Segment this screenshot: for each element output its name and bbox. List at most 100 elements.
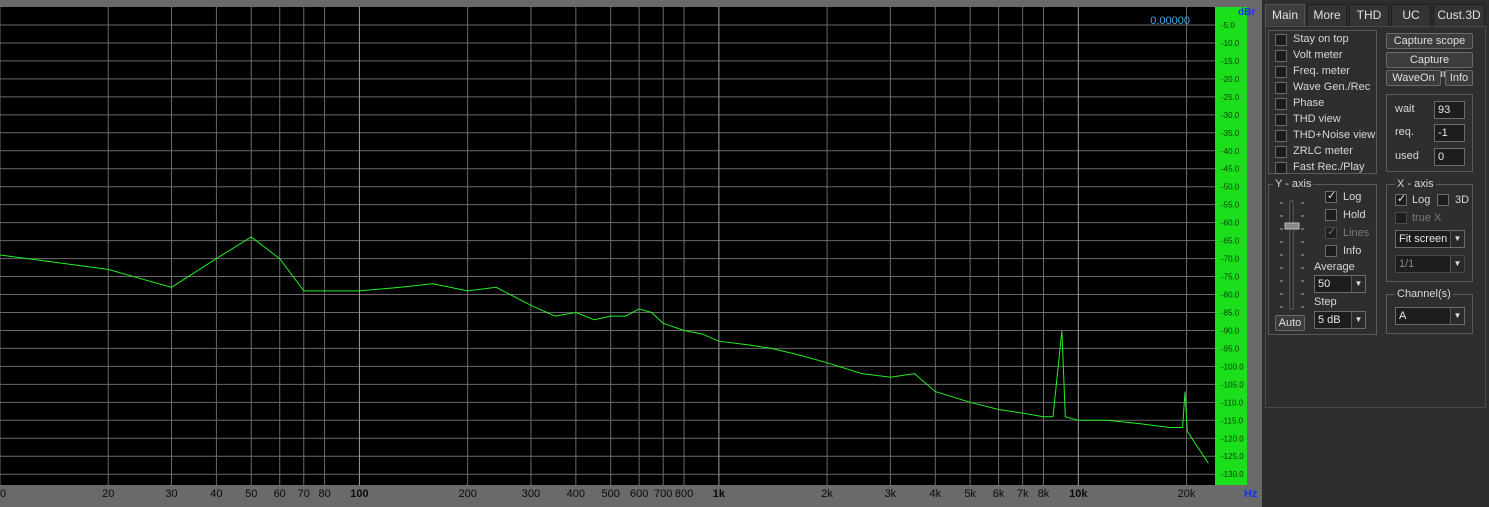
x-tick-label: 80 xyxy=(318,488,330,500)
option-label: THD+Noise view xyxy=(1293,129,1376,141)
chevron-down-icon: ▼ xyxy=(1351,276,1365,292)
x-tick-label: 800 xyxy=(675,488,693,500)
req-input[interactable]: -1 xyxy=(1434,124,1465,142)
chevron-down-icon: ▼ xyxy=(1450,231,1464,247)
y-info-checkbox[interactable] xyxy=(1325,245,1337,257)
x-tick-label: 200 xyxy=(458,488,476,500)
y-tick-label: -45.0 xyxy=(1221,165,1240,174)
x-tick-label: 8k xyxy=(1038,488,1050,500)
option-checkbox[interactable] xyxy=(1275,50,1287,62)
y-tick-label: -95.0 xyxy=(1221,344,1240,353)
x-tick-label: 5k xyxy=(964,488,976,500)
req-label: req. xyxy=(1395,126,1414,138)
option-checkbox[interactable] xyxy=(1275,114,1287,126)
y-tick-label: -30.0 xyxy=(1221,111,1240,120)
3d-label: 3D xyxy=(1455,194,1470,206)
tab-more[interactable]: More xyxy=(1307,4,1347,26)
y-tick-label: -120.0 xyxy=(1221,434,1244,443)
capture-scope-button[interactable]: Capture scope xyxy=(1386,33,1473,49)
timing-group: wait 93 req. -1 used 0 xyxy=(1386,94,1473,172)
step-select[interactable]: 5 dB ▼ xyxy=(1314,311,1366,329)
ratio-value: 1/1 xyxy=(1399,258,1415,270)
channels-title: Channel(s) xyxy=(1395,288,1453,300)
waveon-button[interactable]: WaveOn xyxy=(1386,70,1441,86)
fit-value: Fit screen xyxy=(1399,233,1448,245)
y-tick-label: -75.0 xyxy=(1221,273,1240,282)
tab-thd[interactable]: THD xyxy=(1349,4,1389,26)
x-tick-label: 10k xyxy=(1069,488,1088,500)
y-tick-label: -115.0 xyxy=(1221,416,1244,425)
x-tick-label: 7k xyxy=(1017,488,1029,500)
hold-label: Hold xyxy=(1343,209,1366,221)
option-checkbox[interactable] xyxy=(1275,130,1287,142)
spectrum-chart[interactable]: -5.0 -10.0 -15.0 -20.0 -25.0 -30.0 -35.0 -40.0 -… xyxy=(0,0,1262,507)
x-tick-label: 500 xyxy=(602,488,620,500)
option-label: Freq. meter xyxy=(1293,65,1350,77)
used-label: used xyxy=(1395,150,1419,162)
x-log-label: Log xyxy=(1412,194,1431,206)
x-tick-label: 70 xyxy=(298,488,310,500)
chevron-down-icon: ▼ xyxy=(1351,312,1365,328)
ratio-select[interactable]: 1/1 ▼ xyxy=(1395,255,1465,273)
x-tick-label: 600 xyxy=(630,488,648,500)
option-checkbox[interactable] xyxy=(1275,162,1287,174)
y-tick-label: -90.0 xyxy=(1221,326,1240,335)
option-checkbox[interactable] xyxy=(1275,66,1287,78)
step-label: Step xyxy=(1314,296,1337,308)
x-tick-label: 20 xyxy=(102,488,114,500)
y-tick-label: -65.0 xyxy=(1221,237,1240,246)
y-tick-label: -5.0 xyxy=(1221,21,1235,30)
truex-checkbox[interactable] xyxy=(1395,212,1407,224)
wait-label: wait xyxy=(1395,103,1415,115)
y-axis-group: Y - axis Auto Log Hold Lines Info A xyxy=(1268,178,1377,335)
x-tick-label: 50 xyxy=(245,488,257,500)
step-value: 5 dB xyxy=(1318,314,1341,326)
info-button[interactable]: Info xyxy=(1445,70,1473,86)
average-value: 50 xyxy=(1318,278,1331,290)
used-input[interactable]: 0 xyxy=(1434,148,1465,166)
wait-input[interactable]: 93 xyxy=(1434,101,1465,119)
hold-checkbox[interactable] xyxy=(1325,209,1337,221)
y-tick-label: -20.0 xyxy=(1221,75,1240,84)
control-panel: Main More THD UC Cust.3D Stay on top Volt… xyxy=(1262,0,1489,507)
average-label: Average xyxy=(1314,261,1355,273)
option-checkbox[interactable] xyxy=(1275,82,1287,94)
y-tick-label: -110.0 xyxy=(1221,398,1244,407)
channel-select[interactable]: A ▼ xyxy=(1395,307,1465,325)
spectrum-plot[interactable]: -5.0 -10.0 -15.0 -20.0 -25.0 -30.0 -35.0 -40.0 -… xyxy=(0,0,1262,507)
tab-bar: Main More THD UC Cust.3D xyxy=(1265,4,1486,26)
average-select[interactable]: 50 ▼ xyxy=(1314,275,1366,293)
option-label: Volt meter xyxy=(1293,49,1343,61)
x-log-checkbox[interactable] xyxy=(1395,192,1407,206)
auto-button[interactable]: Auto xyxy=(1275,315,1305,331)
option-checkbox[interactable] xyxy=(1275,98,1287,110)
capture-spectrum-button[interactable]: Capture spectrum xyxy=(1386,52,1473,80)
y-info-label: Info xyxy=(1343,245,1362,257)
chevron-down-icon: ▼ xyxy=(1450,256,1464,272)
readout-value: 0.00000 xyxy=(1150,15,1190,27)
view-options-group: Stay on top Volt meter Freq. meter Wave Gen… xyxy=(1268,30,1377,174)
lines-checkbox[interactable] xyxy=(1325,225,1337,239)
y-scale-slider[interactable] xyxy=(1277,199,1307,311)
x-tick-label: 40 xyxy=(210,488,222,500)
y-tick-label: -80.0 xyxy=(1221,291,1240,300)
tab-cust3d[interactable]: Cust.3D xyxy=(1433,4,1485,26)
fit-select[interactable]: Fit screen ▼ xyxy=(1395,230,1465,248)
y-tick-label: -15.0 xyxy=(1221,57,1240,66)
tab-uc[interactable]: UC xyxy=(1391,4,1431,26)
option-checkbox[interactable] xyxy=(1275,34,1287,46)
y-tick-label: -55.0 xyxy=(1221,201,1240,210)
y-tick-label: -70.0 xyxy=(1221,255,1240,264)
tab-main[interactable]: Main xyxy=(1265,4,1305,26)
y-log-checkbox[interactable] xyxy=(1325,189,1337,203)
y-axis-title: Y - axis xyxy=(1273,178,1314,190)
y-tick-label: -130.0 xyxy=(1221,470,1244,479)
y-tick-label: -50.0 xyxy=(1221,183,1240,192)
lines-label: Lines xyxy=(1343,227,1370,239)
y-tick-label: -85.0 xyxy=(1221,308,1240,317)
3d-checkbox[interactable] xyxy=(1437,194,1449,206)
option-label: Wave Gen./Rec xyxy=(1293,81,1371,93)
option-checkbox[interactable] xyxy=(1275,146,1287,158)
x-tick-label: 20k xyxy=(1178,488,1196,500)
y-tick-label: -35.0 xyxy=(1221,129,1240,138)
